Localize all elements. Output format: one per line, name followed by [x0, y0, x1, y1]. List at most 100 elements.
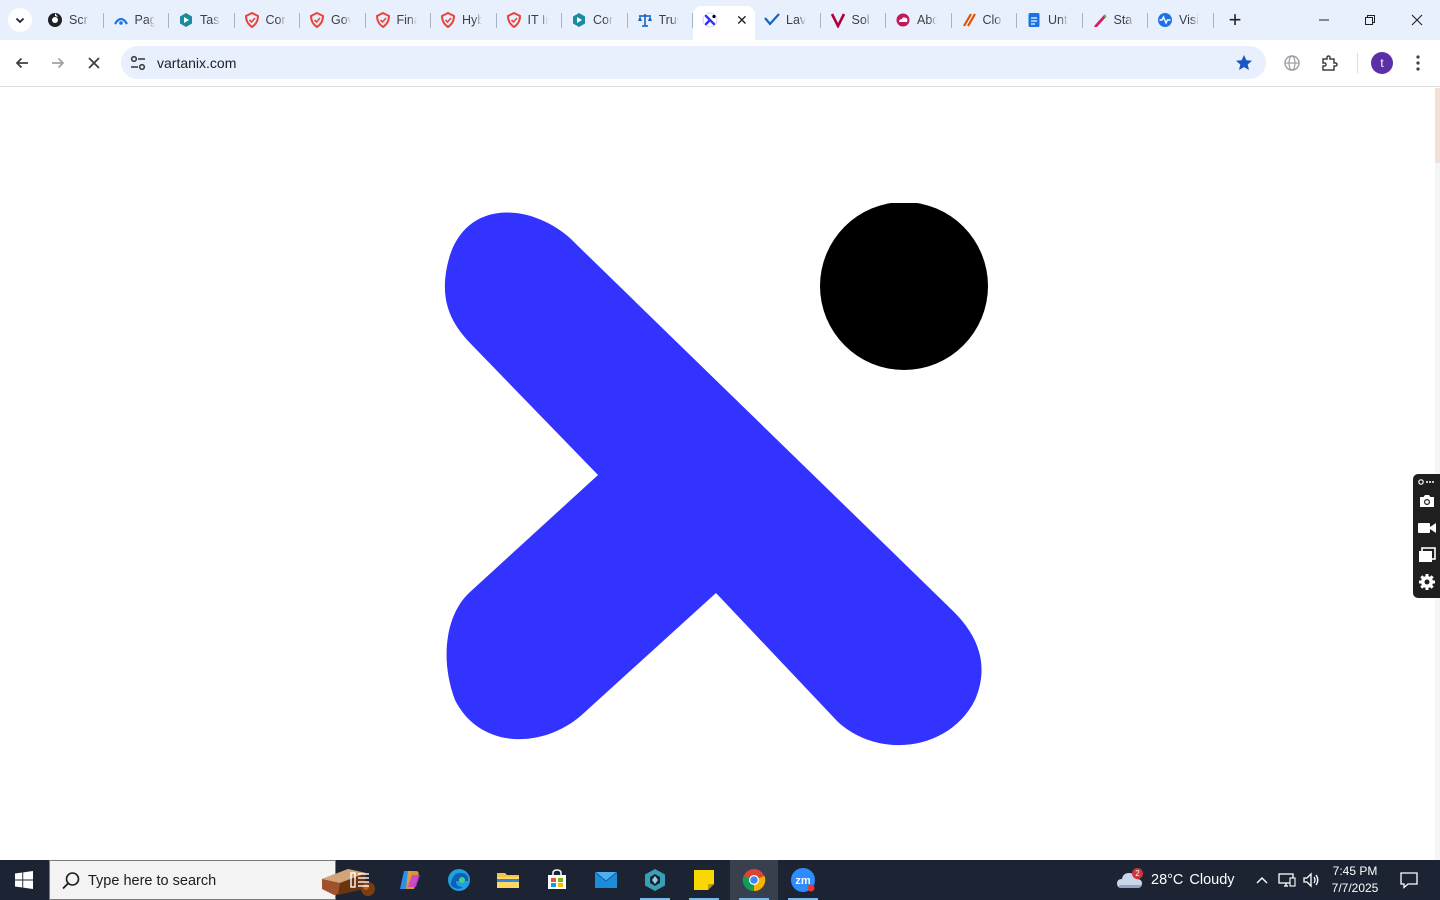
tab-title: Pag: [134, 13, 155, 27]
volume-button[interactable]: [1300, 860, 1322, 900]
weather-widget[interactable]: 2 28°C Cloudy: [1116, 860, 1235, 900]
screen-capture-toolbar: [1413, 474, 1440, 598]
drata-shield-icon: [244, 12, 260, 28]
site-info-icon[interactable]: [129, 54, 147, 72]
taskbar-search-box[interactable]: Type here to search: [49, 860, 375, 900]
v-logo-icon: [830, 12, 846, 28]
tab[interactable]: IT Ir: [497, 6, 563, 34]
tab-title: Sol: [851, 13, 870, 27]
system-clock[interactable]: 7:45 PM 7/7/2025: [1325, 863, 1385, 897]
tab[interactable]: Fina: [366, 6, 432, 34]
docs-icon: [1026, 12, 1042, 28]
cloud-icon: [895, 12, 911, 28]
close-icon: [88, 57, 100, 69]
chrome-button[interactable]: [730, 860, 778, 900]
tab-title: Visi: [1179, 13, 1199, 27]
app-hexagon-icon: [645, 869, 665, 891]
notifications-button[interactable]: [1392, 860, 1426, 900]
tab[interactable]: Clo: [952, 6, 1018, 34]
tab-title: Fina: [396, 13, 417, 27]
task-view-button[interactable]: [336, 860, 384, 900]
show-hidden-icons-button[interactable]: [1252, 860, 1272, 900]
profile-avatar[interactable]: t: [1371, 52, 1393, 74]
vartanix-logo: [444, 203, 988, 746]
bookmark-star-icon[interactable]: [1234, 53, 1254, 73]
network-icon: [1278, 873, 1296, 887]
zoom-button[interactable]: zm: [779, 860, 827, 900]
tab[interactable]: Trus: [628, 6, 694, 34]
gear-icon[interactable]: [1417, 572, 1437, 592]
copilot-button[interactable]: [386, 860, 434, 900]
network-button[interactable]: [1276, 860, 1298, 900]
more-options-icon[interactable]: [1417, 476, 1437, 488]
new-tab-button[interactable]: +: [1225, 9, 1245, 31]
hexagon-app-button[interactable]: [631, 860, 679, 900]
tab-title: Cor: [265, 13, 286, 27]
tab-title: Abc: [917, 13, 937, 27]
restore-icon: [1365, 15, 1375, 25]
extensions-button[interactable]: [1315, 49, 1343, 77]
pen-icon: [1092, 12, 1108, 28]
vartanix-icon: [702, 12, 718, 28]
start-button[interactable]: [0, 860, 48, 900]
tab[interactable]: Hyb: [431, 6, 497, 34]
tab[interactable]: Cor: [235, 6, 301, 34]
close-window-button[interactable]: [1394, 0, 1440, 40]
pagerduty-icon: [113, 12, 129, 28]
tab[interactable]: Pag: [104, 6, 170, 34]
tab-title: Unt: [1048, 13, 1068, 27]
drata-shield-icon: [440, 12, 456, 28]
video-camera-icon[interactable]: [1417, 518, 1437, 538]
restore-button[interactable]: [1347, 0, 1393, 40]
tab[interactable]: Sta: [1083, 6, 1149, 34]
store-icon: [548, 869, 566, 889]
task-view-icon: [350, 872, 369, 888]
mail-button[interactable]: [582, 860, 630, 900]
tab-search-button[interactable]: [8, 8, 32, 32]
microsoft-store-button[interactable]: [533, 860, 581, 900]
search-icon: [62, 872, 80, 890]
tab[interactable]: Abc: [886, 6, 952, 34]
edge-button[interactable]: [435, 860, 483, 900]
tab-active[interactable]: ✕: [693, 6, 755, 40]
tab-list: Scr Pag Tasl Cor Gov Fina Hyb IT Ir Cor Trus ✕ Lav S…: [38, 6, 1214, 40]
sticky-notes-button[interactable]: [680, 860, 728, 900]
tab[interactable]: Tasl: [169, 6, 235, 34]
notification-icon: [1400, 872, 1418, 889]
weather-badge: 2: [1132, 868, 1143, 879]
task-hexagon-icon: [178, 12, 194, 28]
hexagon-icon: [571, 12, 587, 28]
drata-shield-icon: [309, 12, 325, 28]
minimize-button[interactable]: [1301, 0, 1347, 40]
forward-button[interactable]: [44, 49, 72, 77]
tab[interactable]: Cor: [562, 6, 628, 34]
url-text[interactable]: vartanix.com: [157, 55, 236, 71]
translate-button[interactable]: [1278, 49, 1306, 77]
back-button[interactable]: [8, 49, 36, 77]
tab-title: Trus: [658, 13, 679, 27]
tab[interactable]: Lav: [755, 6, 821, 34]
clock-date: 7/7/2025: [1331, 881, 1379, 895]
menu-button[interactable]: [1404, 49, 1432, 77]
copilot-icon: [400, 871, 420, 889]
edge-icon: [448, 869, 470, 891]
toolbar-divider: [1357, 53, 1358, 73]
camera-icon[interactable]: [1417, 491, 1437, 511]
tab[interactable]: Visi: [1148, 6, 1214, 34]
slash-icon: [961, 12, 977, 28]
tab-title: Clo: [982, 13, 1002, 27]
tab[interactable]: Scr: [38, 6, 104, 34]
tab-close-icon[interactable]: ✕: [736, 12, 748, 28]
window-capture-icon[interactable]: [1417, 545, 1437, 565]
address-bar[interactable]: vartanix.com: [121, 46, 1266, 79]
tab[interactable]: Gov: [300, 6, 366, 34]
chrome-icon: [742, 869, 766, 892]
tab[interactable]: Sol: [821, 6, 887, 34]
drata-shield-icon: [375, 12, 391, 28]
stop-loading-button[interactable]: [80, 49, 108, 77]
scales-icon: [637, 12, 653, 28]
logo-dot: [820, 203, 988, 370]
file-explorer-button[interactable]: [484, 860, 532, 900]
scrollbar-thumb[interactable]: [1435, 88, 1440, 163]
tab[interactable]: Unt: [1017, 6, 1083, 34]
